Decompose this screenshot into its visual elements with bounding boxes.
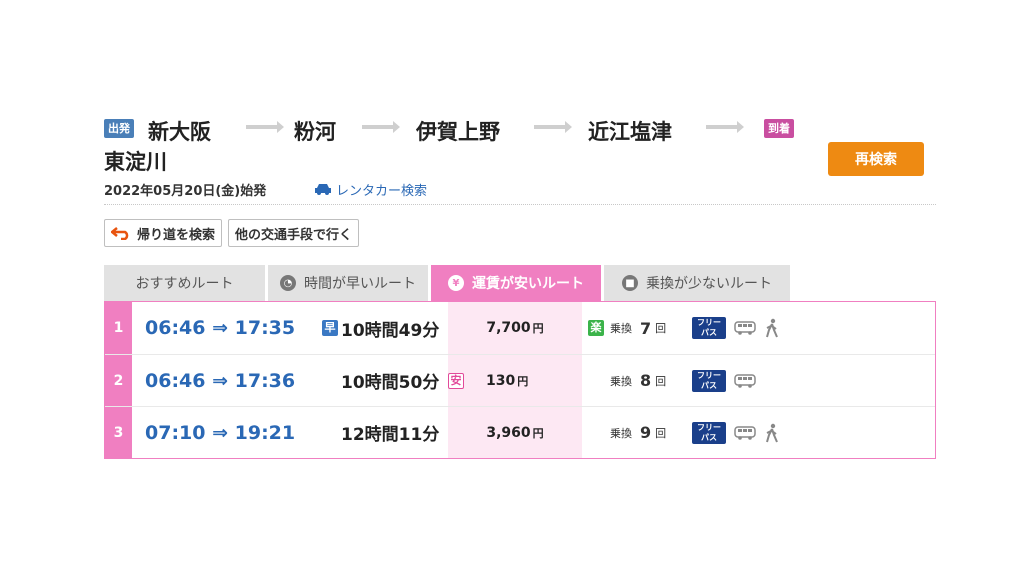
result-row[interactable]: 2 06:46 ⇒ 17:36 10時間50分 安 130 円 乗換 8 回 フリ…: [105, 354, 935, 406]
research-button[interactable]: 再検索: [828, 142, 924, 176]
result-transfers: 乗換 8 回: [582, 371, 692, 390]
result-number: 1: [105, 302, 132, 354]
route-header: 出発 新大阪 粉河 伊賀上野 近江塩津 到着 東淀川 再検索: [104, 112, 936, 176]
transfer-label: 乗換: [610, 322, 632, 335]
result-transfers: 乗換 9 回: [582, 423, 692, 442]
transfer-count: 9: [640, 423, 652, 442]
tab-cheapest-label: 運賃が安いルート: [472, 276, 584, 292]
route-search-result: 出発 新大阪 粉河 伊賀上野 近江塩津 到着 東淀川 再検索 2022年05月2…: [104, 112, 936, 459]
free-pass-icon: フリー パス: [692, 421, 726, 444]
station-via-1: 粉河: [294, 120, 336, 144]
bus-icon: [734, 321, 756, 335]
result-icons: フリー パス: [692, 317, 780, 339]
result-fare: 7,700 円: [448, 302, 582, 354]
arrow-icon: [706, 121, 744, 133]
transfer-unit: 回: [655, 322, 667, 335]
result-number: 3: [105, 407, 132, 458]
result-times: 07:10 ⇒ 19:21: [145, 421, 296, 444]
tab-recommended[interactable]: おすすめルート: [104, 265, 265, 301]
other-transport-button[interactable]: 他の交通手段で行く: [228, 219, 360, 247]
action-buttons: 帰り道を検索 他の交通手段で行く: [104, 219, 936, 247]
route-sort-tabs: おすすめルート ◔ 時間が早いルート ¥ 運賃が安いルート ■ 乗換が少ないルー…: [104, 265, 936, 301]
arrow-icon: [362, 121, 400, 133]
arrival-badge: 到着: [764, 119, 794, 138]
result-number: 2: [105, 355, 132, 406]
cheapest-badge-icon: 安: [448, 372, 464, 389]
transfer-label: 乗換: [610, 374, 632, 388]
fare-value: 3,960: [486, 424, 531, 441]
duration-text: 10時間50分: [341, 373, 440, 393]
result-icons: フリー パス: [692, 369, 756, 392]
tab-cheapest[interactable]: ¥ 運賃が安いルート: [431, 265, 601, 301]
bus-icon: [734, 425, 756, 440]
yen-icon: ¥: [448, 275, 464, 291]
fare-value: 130: [486, 372, 516, 389]
transfer-unit: 回: [655, 426, 667, 440]
fare-unit: 円: [532, 426, 544, 440]
result-times: 06:46 ⇒ 17:35: [145, 317, 296, 339]
divider: [104, 204, 936, 205]
result-fare: 安 130 円: [448, 355, 582, 406]
arrow-icon: [534, 121, 572, 133]
return-search-button[interactable]: 帰り道を検索: [104, 219, 223, 247]
transfer-unit: 回: [655, 374, 667, 388]
result-transfers: 楽 乗換 7 回: [582, 319, 692, 338]
transfer-count: 8: [640, 371, 652, 390]
walk-icon: [766, 423, 778, 442]
result-times: 06:46 ⇒ 17:36: [145, 369, 296, 392]
station-departure: 新大阪: [148, 120, 211, 144]
return-arrow-icon: [111, 227, 129, 240]
transfer-label: 乗換: [610, 426, 632, 440]
result-row[interactable]: 1 06:46 ⇒ 17:35 早 10時間49分 7,700 円 楽 乗換 7 …: [105, 302, 935, 354]
result-duration: 12時間11分: [322, 420, 448, 445]
free-pass-icon: フリー パス: [692, 369, 726, 392]
tab-fewest-transfers[interactable]: ■ 乗換が少ないルート: [604, 265, 790, 301]
rental-car-label: レンタカー検索: [336, 184, 428, 199]
station-arrival: 東淀川: [104, 150, 167, 174]
clock-icon: ◔: [280, 275, 296, 291]
transfer-count: 7: [640, 318, 652, 338]
departure-date: 2022年05月20日(金)始発: [104, 184, 267, 199]
car-icon: [315, 184, 331, 195]
tab-fewest-transfers-label: 乗換が少ないルート: [646, 276, 772, 292]
fare-unit: 円: [532, 322, 544, 335]
return-search-label: 帰り道を検索: [137, 227, 216, 243]
fare-unit: 円: [517, 374, 529, 388]
tab-recommended-label: おすすめルート: [135, 276, 234, 292]
result-duration: 早 10時間49分: [322, 316, 448, 341]
result-row[interactable]: 3 07:10 ⇒ 19:21 12時間11分 3,960 円 乗換 9 回 フリ…: [105, 406, 935, 458]
date-line: 2022年05月20日(金)始発 レンタカー検索: [104, 180, 936, 202]
station-via-3: 近江塩津: [588, 120, 672, 144]
fare-value: 7,700: [486, 320, 531, 336]
easy-badge-icon: 楽: [588, 320, 604, 336]
station-via-2: 伊賀上野: [416, 120, 500, 144]
bus-icon: [734, 373, 756, 388]
tab-fastest-label: 時間が早いルート: [304, 276, 416, 292]
tab-fastest[interactable]: ◔ 時間が早いルート: [268, 265, 428, 301]
duration-text: 12時間11分: [341, 425, 440, 445]
result-duration: 10時間50分: [322, 368, 448, 393]
departure-badge: 出発: [104, 119, 134, 138]
result-fare: 3,960 円: [448, 407, 582, 458]
result-icons: フリー パス: [692, 421, 780, 444]
train-icon: ■: [622, 275, 638, 291]
walk-icon: [766, 318, 778, 338]
fastest-badge-icon: 早: [322, 320, 338, 336]
free-pass-icon: フリー パス: [692, 317, 726, 339]
duration-text: 10時間49分: [341, 320, 440, 341]
results-list: 1 06:46 ⇒ 17:35 早 10時間49分 7,700 円 楽 乗換 7 …: [104, 301, 936, 459]
rental-car-link[interactable]: レンタカー検索: [314, 180, 427, 199]
arrow-icon: [246, 121, 284, 133]
